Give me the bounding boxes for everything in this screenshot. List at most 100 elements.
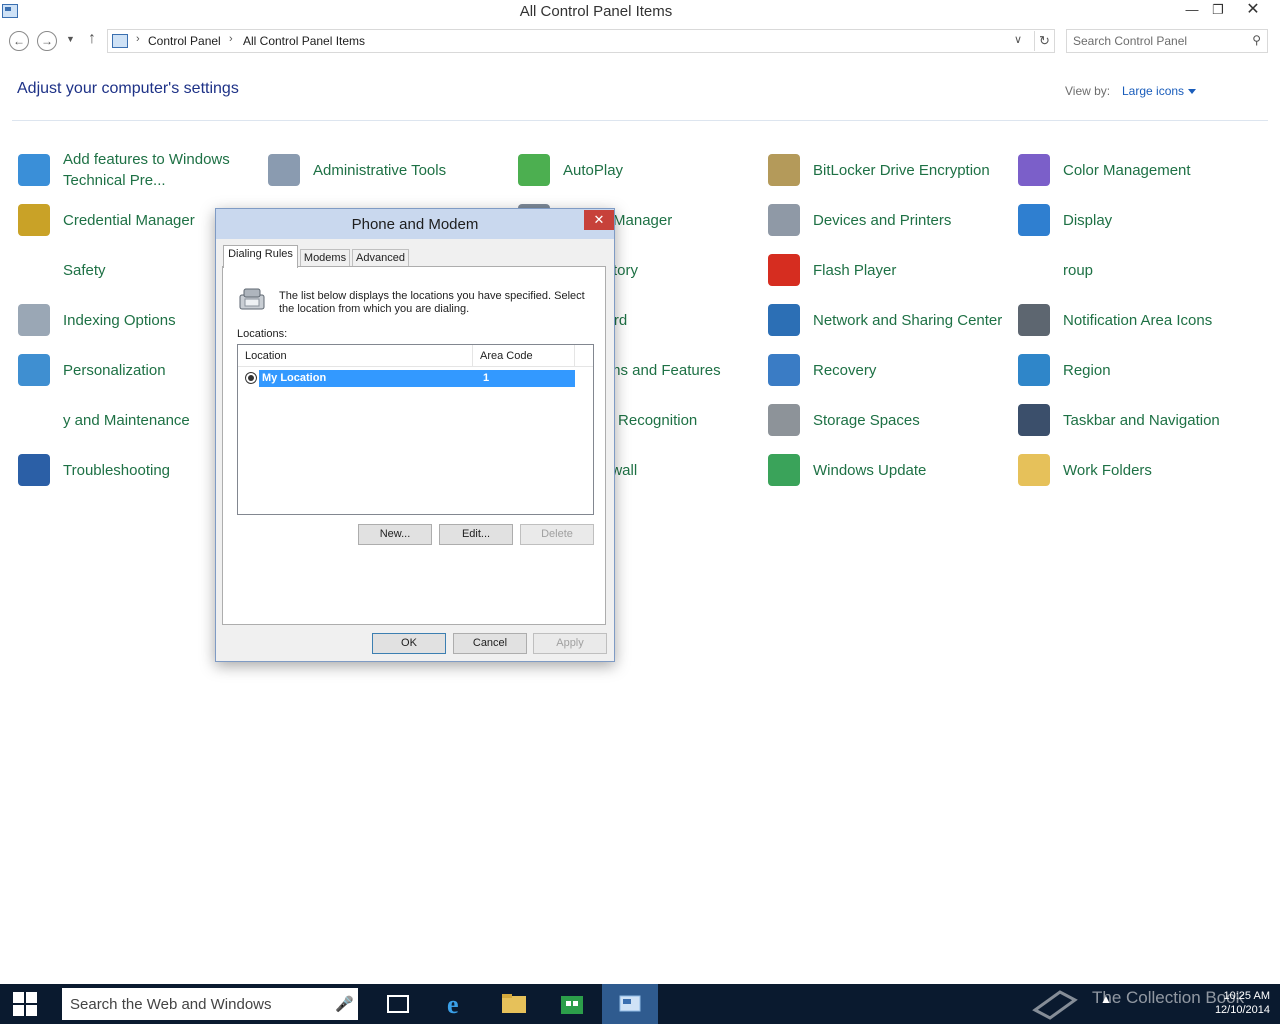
control-panel-item[interactable]: BitLocker Drive Encryption bbox=[768, 148, 1008, 192]
control-panel-item-label[interactable]: Network and Sharing Center bbox=[813, 298, 1008, 342]
tab-advanced[interactable]: Advanced bbox=[352, 249, 409, 267]
taskbar-search-input[interactable] bbox=[70, 995, 320, 1013]
internet-explorer-button[interactable]: e bbox=[428, 984, 484, 1024]
close-button[interactable]: ✕ bbox=[1238, 0, 1268, 22]
tray-overflow-icon[interactable]: ▲ bbox=[1100, 992, 1112, 1006]
new-button[interactable]: New... bbox=[358, 524, 432, 545]
maximize-button[interactable]: ❐ bbox=[1203, 0, 1233, 22]
store-button[interactable] bbox=[544, 984, 600, 1024]
search-input[interactable] bbox=[1073, 33, 1243, 49]
control-panel-item-label[interactable]: Display bbox=[1063, 198, 1258, 242]
locations-list[interactable]: Location Area Code My Location 1 bbox=[237, 344, 594, 515]
window-title-bar: All Control Panel Items — ❐ ✕ bbox=[0, 0, 1280, 24]
taskbar-navigation-icon bbox=[1018, 404, 1050, 436]
control-panel-item-label[interactable]: Storage Spaces bbox=[813, 398, 1008, 442]
taskbar-search-box[interactable]: 🎤 bbox=[62, 988, 358, 1020]
svg-text:e: e bbox=[447, 990, 459, 1019]
view-by-value[interactable]: Large icons bbox=[1122, 84, 1184, 98]
column-divider[interactable] bbox=[574, 345, 575, 367]
dialing-rules-panel: The list below displays the locations yo… bbox=[222, 266, 606, 625]
breadcrumb-separator[interactable]: › bbox=[136, 33, 140, 45]
control-panel-item-label[interactable]: Region bbox=[1063, 348, 1258, 392]
column-header-location[interactable]: Location bbox=[245, 350, 287, 362]
control-panel-item[interactable]: Administrative Tools bbox=[268, 148, 508, 192]
recent-locations-icon[interactable]: ▼ bbox=[66, 34, 75, 44]
control-panel-item[interactable]: AutoPlay bbox=[518, 148, 758, 192]
ok-button[interactable]: OK bbox=[372, 633, 446, 654]
control-panel-item-label[interactable]: Notification Area Icons bbox=[1063, 298, 1258, 342]
delete-button[interactable]: Delete bbox=[520, 524, 594, 545]
selected-location-radio[interactable] bbox=[245, 372, 257, 384]
control-panel-item-label[interactable]: Windows Update bbox=[813, 448, 1008, 492]
control-panel-item[interactable]: Network and Sharing Center bbox=[768, 298, 1008, 342]
control-panel-item-label[interactable]: BitLocker Drive Encryption bbox=[813, 148, 1008, 192]
control-panel-item-label[interactable]: Administrative Tools bbox=[313, 148, 508, 192]
cancel-button[interactable]: Cancel bbox=[453, 633, 527, 654]
tab-dialing-rules[interactable]: Dialing Rules bbox=[223, 245, 298, 268]
forward-button[interactable]: → bbox=[37, 31, 57, 51]
delete-button-label: Delete bbox=[541, 528, 573, 540]
up-button[interactable]: ↑ bbox=[88, 30, 96, 48]
control-panel-item[interactable]: Storage Spaces bbox=[768, 398, 1008, 442]
list-item[interactable]: My Location 1 bbox=[259, 370, 575, 387]
control-panel-taskbar-button[interactable] bbox=[602, 984, 658, 1024]
windows-logo-icon bbox=[13, 1005, 24, 1016]
header-divider bbox=[12, 120, 1268, 121]
edit-button[interactable]: Edit... bbox=[439, 524, 513, 545]
windows-logo-icon bbox=[13, 992, 24, 1003]
back-button[interactable]: ← bbox=[9, 31, 29, 51]
apply-button[interactable]: Apply bbox=[533, 633, 607, 654]
control-panel-item[interactable]: Add features to Windows Technical Pre... bbox=[18, 148, 258, 192]
dialog-close-button[interactable]: ✕ bbox=[584, 210, 614, 230]
view-by-dropdown[interactable]: Large icons bbox=[1122, 84, 1197, 98]
store-icon bbox=[561, 996, 583, 1014]
page-title: Adjust your computer's settings bbox=[17, 80, 239, 97]
breadcrumb-all-items[interactable]: All Control Panel Items bbox=[243, 34, 365, 48]
search-box[interactable]: ⚲ bbox=[1066, 29, 1268, 53]
search-icon[interactable]: ⚲ bbox=[1252, 33, 1261, 47]
address-dropdown-icon[interactable]: ∨ bbox=[1014, 33, 1022, 46]
personalization-icon bbox=[18, 354, 50, 386]
task-view-button[interactable] bbox=[370, 984, 426, 1024]
control-panel-item-label[interactable]: roup bbox=[1063, 248, 1258, 292]
dialog-title-bar: Phone and Modem ✕ bbox=[216, 209, 614, 239]
tab-modems[interactable]: Modems bbox=[300, 249, 350, 267]
control-panel-item[interactable]: Devices and Printers bbox=[768, 198, 1008, 242]
control-panel-item-label[interactable]: Flash Player bbox=[813, 248, 1008, 292]
column-header-area-code[interactable]: Area Code bbox=[480, 350, 533, 362]
column-divider[interactable] bbox=[472, 345, 473, 367]
start-button[interactable] bbox=[0, 984, 50, 1024]
clock-date: 12/10/2014 bbox=[1214, 1004, 1270, 1016]
taskbar-clock[interactable]: 10:25 AM 12/10/2014 bbox=[1200, 989, 1270, 1017]
indexing-options-icon bbox=[18, 304, 50, 336]
control-panel-item-label[interactable]: Color Management bbox=[1063, 148, 1258, 192]
control-panel-item[interactable]: Region bbox=[1018, 348, 1258, 392]
refresh-button[interactable]: ↻ bbox=[1034, 31, 1054, 51]
locations-label: Locations: bbox=[237, 328, 288, 340]
control-panel-item[interactable]: Display bbox=[1018, 198, 1258, 242]
control-panel-item[interactable]: Windows Update bbox=[768, 448, 1008, 492]
breadcrumb-control-panel[interactable]: Control Panel bbox=[148, 34, 221, 48]
control-panel-icon bbox=[112, 34, 128, 48]
control-panel-item[interactable]: Color Management bbox=[1018, 148, 1258, 192]
flash-player-icon bbox=[768, 254, 800, 286]
control-panel-item[interactable]: Recovery bbox=[768, 348, 1008, 392]
control-panel-item-label[interactable]: AutoPlay bbox=[563, 148, 758, 192]
control-panel-item-label[interactable]: Recovery bbox=[813, 348, 1008, 392]
microphone-icon[interactable]: 🎤 bbox=[335, 995, 354, 1013]
control-panel-item[interactable]: Flash Player bbox=[768, 248, 1008, 292]
address-bar[interactable]: › Control Panel › All Control Panel Item… bbox=[107, 29, 1055, 53]
credential-manager-icon bbox=[18, 204, 50, 236]
control-panel-item-label[interactable]: Work Folders bbox=[1063, 448, 1258, 492]
control-panel-item[interactable]: Taskbar and Navigation bbox=[1018, 398, 1258, 442]
file-explorer-button[interactable] bbox=[486, 984, 542, 1024]
breadcrumb-separator[interactable]: › bbox=[229, 33, 233, 45]
display-icon bbox=[1018, 204, 1050, 236]
control-panel-item[interactable]: roup bbox=[1018, 248, 1258, 292]
control-panel-item[interactable]: Notification Area Icons bbox=[1018, 298, 1258, 342]
chevron-down-icon[interactable] bbox=[1188, 89, 1197, 95]
control-panel-item[interactable]: Work Folders bbox=[1018, 448, 1258, 492]
control-panel-item-label[interactable]: Devices and Printers bbox=[813, 198, 1008, 242]
control-panel-item-label[interactable]: Add features to Windows Technical Pre... bbox=[63, 148, 258, 192]
control-panel-item-label[interactable]: Taskbar and Navigation bbox=[1063, 398, 1258, 442]
